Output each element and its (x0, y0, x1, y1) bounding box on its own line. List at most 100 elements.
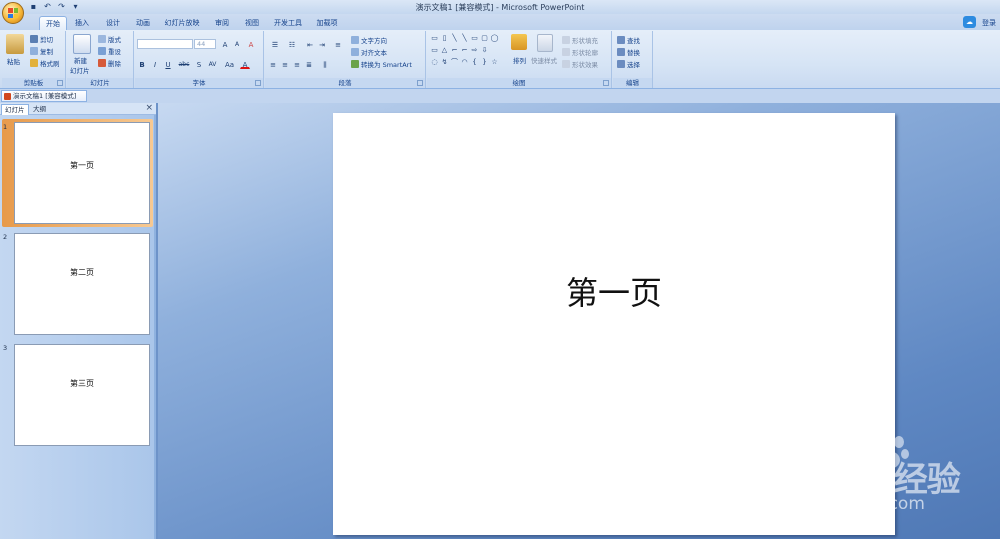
decrease-indent-icon[interactable]: ⇤ (305, 39, 315, 49)
roundrect-shape-icon[interactable]: ▢ (480, 34, 489, 42)
arrow-right-shape-icon[interactable]: ⇨ (470, 46, 479, 54)
document-tab[interactable]: 演示文稿1 [兼容模式] (1, 90, 87, 102)
rect-shape-icon[interactable]: ▭ (470, 34, 479, 42)
freeform-shape-icon[interactable]: ◌ (430, 58, 439, 66)
dialog-launcher-icon[interactable] (417, 80, 423, 86)
align-center-icon[interactable]: ≡ (280, 59, 290, 69)
shape-outline-button[interactable]: 形状轮廓 (562, 47, 598, 57)
brace2-shape-icon[interactable]: } (480, 58, 489, 66)
tab-design[interactable]: 设计 (101, 16, 125, 30)
align-right-icon[interactable]: ≡ (292, 59, 302, 69)
shape-effects-button[interactable]: 形状效果 (562, 59, 598, 69)
vtextbox-shape-icon[interactable]: ▯ (440, 34, 449, 42)
font-name-combo[interactable] (137, 39, 193, 49)
delete-slide-button[interactable]: 删除 (98, 58, 121, 68)
arrange-button[interactable]: 排列 (513, 55, 526, 65)
rect2-shape-icon[interactable]: ▭ (430, 46, 439, 54)
slide-thumbnail-3[interactable]: 第三页 (14, 344, 150, 446)
font-size-combo[interactable]: 44 (194, 39, 216, 49)
tab-developer[interactable]: 开发工具 (271, 16, 305, 30)
paste-button[interactable]: 粘贴 (7, 56, 20, 66)
lightning-shape-icon[interactable]: ↯ (440, 58, 449, 66)
dialog-launcher-icon[interactable] (57, 80, 63, 86)
replace-button[interactable]: 替换 (617, 47, 640, 57)
arrange-icon[interactable] (511, 34, 527, 50)
slide-thumbnail-1[interactable]: 第一页 (14, 122, 150, 224)
tab-insert[interactable]: 插入 (70, 16, 94, 30)
slide-title[interactable]: 第一页 (333, 268, 895, 314)
justify-icon[interactable]: ≣ (304, 59, 314, 69)
shrink-font-button[interactable]: A (232, 39, 242, 49)
align-text-button[interactable]: 对齐文本 (351, 47, 387, 57)
font-color-button[interactable]: A (240, 59, 250, 69)
select-button[interactable]: 选择 (617, 59, 640, 69)
arc-shape-icon[interactable]: ◠ (460, 58, 469, 66)
dialog-launcher-icon[interactable] (603, 80, 609, 86)
tab-addins[interactable]: 加载项 (313, 16, 341, 30)
slide-number: 1 (3, 123, 8, 131)
underline-button[interactable]: U (163, 59, 173, 69)
star-shape-icon[interactable]: ☆ (490, 58, 499, 66)
char-spacing-button[interactable]: AV (206, 59, 219, 69)
cloud-icon[interactable]: ☁ (963, 16, 976, 28)
tab-slides[interactable]: 幻灯片 (1, 104, 29, 115)
change-case-button[interactable]: Aa (223, 59, 236, 69)
grow-font-button[interactable]: A (220, 39, 230, 49)
new-slide-icon[interactable] (73, 34, 91, 54)
increase-indent-icon[interactable]: ⇥ (317, 39, 327, 49)
bold-button[interactable]: B (137, 59, 147, 69)
oval-shape-icon[interactable]: ◯ (490, 34, 499, 42)
columns-icon[interactable]: ⫼ (320, 59, 330, 69)
italic-button[interactable]: I (150, 59, 160, 69)
smartart-button[interactable]: 转换为 SmartArt (351, 59, 412, 69)
connector2-shape-icon[interactable]: ⌐ (460, 46, 469, 54)
reset-button[interactable]: 重设 (98, 46, 121, 56)
fill-icon (562, 36, 570, 44)
office-button[interactable] (2, 2, 24, 24)
shape-fill-button[interactable]: 形状填充 (562, 35, 598, 45)
shadow-button[interactable]: S (194, 59, 204, 69)
find-button[interactable]: 查找 (617, 35, 640, 45)
binoculars-icon (617, 36, 625, 44)
text-direction-button[interactable]: 文字方向 (351, 35, 387, 45)
new-slide-button[interactable]: 新建 (74, 55, 87, 65)
delete-icon (98, 59, 106, 67)
paste-icon[interactable] (6, 34, 24, 54)
bullets-icon[interactable]: ☰ (268, 39, 282, 49)
text-direction-icon (351, 36, 359, 44)
align-left-icon[interactable]: ≡ (268, 59, 278, 69)
dialog-launcher-icon[interactable] (255, 80, 261, 86)
tab-slideshow[interactable]: 幻灯片放映 (161, 16, 203, 30)
quick-styles-icon[interactable] (537, 34, 553, 52)
strikethrough-button[interactable]: abc (177, 59, 191, 69)
tab-outline[interactable]: 大纲 (30, 104, 49, 115)
numbering-icon[interactable]: ☷ (285, 39, 299, 49)
scissors-icon (30, 35, 38, 43)
tab-animation[interactable]: 动画 (131, 16, 155, 30)
textbox-shape-icon[interactable]: ▭ (430, 34, 439, 42)
tab-review[interactable]: 审阅 (210, 16, 234, 30)
slide-thumbnail-2[interactable]: 第二页 (14, 233, 150, 335)
format-painter-button[interactable]: 格式刷 (30, 58, 60, 68)
reset-icon (98, 47, 106, 55)
new-slide-button-label[interactable]: 幻灯片 (70, 65, 90, 75)
layout-button[interactable]: 版式 (98, 34, 121, 44)
login-link[interactable]: 登录 (982, 18, 996, 28)
tab-view[interactable]: 视图 (240, 16, 264, 30)
clear-format-button[interactable]: A (246, 39, 256, 49)
curve-shape-icon[interactable]: ⌒ (450, 58, 459, 66)
brace-shape-icon[interactable]: { (470, 58, 479, 66)
cut-button[interactable]: 剪切 (30, 34, 53, 44)
triangle-shape-icon[interactable]: △ (440, 46, 449, 54)
smartart-icon (351, 60, 359, 68)
line-spacing-icon[interactable]: ≡ (333, 39, 343, 49)
close-icon[interactable]: × (145, 103, 153, 113)
quick-styles-button[interactable]: 快速样式 (531, 55, 557, 65)
document-tab-bar: 演示文稿1 [兼容模式] (0, 89, 1000, 103)
connector-shape-icon[interactable]: ⌐ (450, 46, 459, 54)
copy-button[interactable]: 复制 (30, 46, 53, 56)
tab-home[interactable]: 开始 (39, 16, 67, 30)
arrow-down-shape-icon[interactable]: ⇩ (480, 46, 489, 54)
line2-shape-icon[interactable]: ╲ (460, 34, 469, 42)
line-shape-icon[interactable]: ╲ (450, 34, 459, 42)
